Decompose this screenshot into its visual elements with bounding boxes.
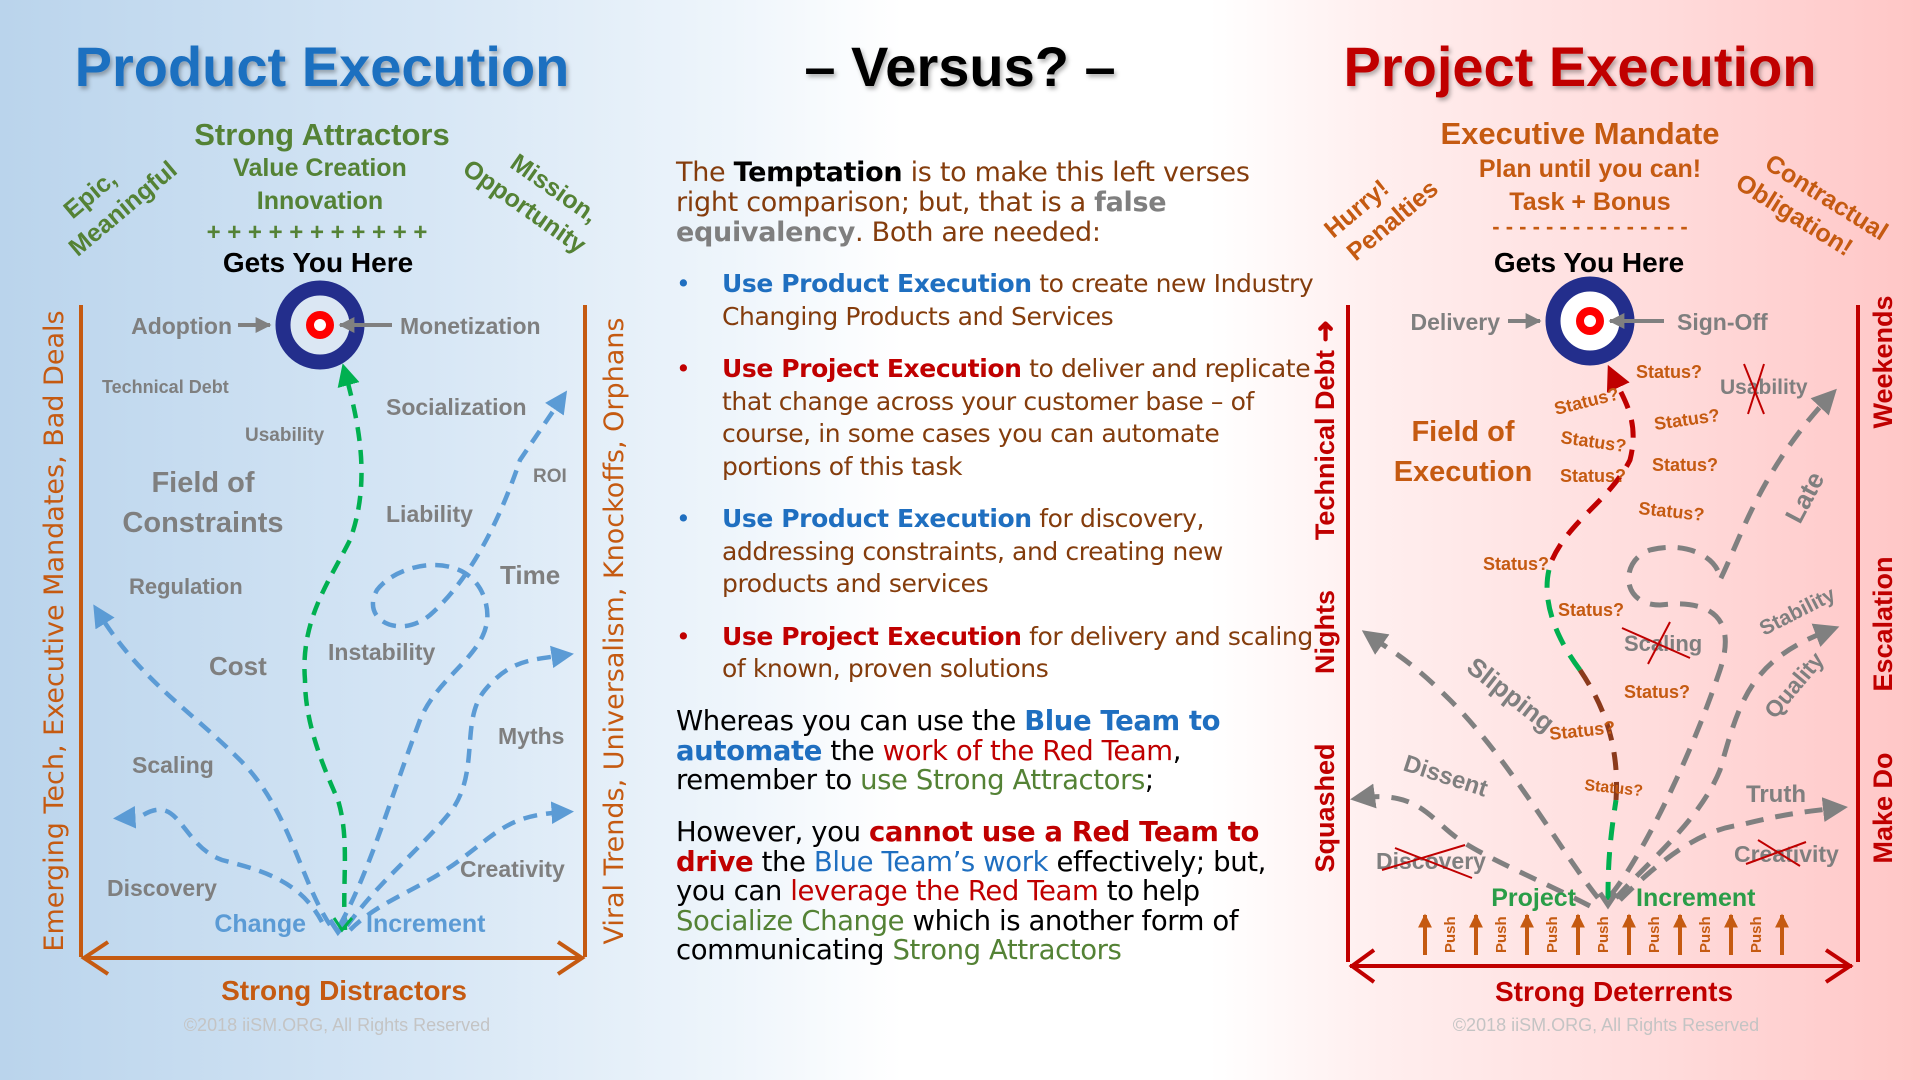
label-stability: Stability <box>1756 583 1840 641</box>
constraints-label: Constraints <box>122 507 283 539</box>
delivery-label: Delivery <box>1410 309 1500 335</box>
status-label: Status? <box>1548 717 1616 744</box>
monetization-label: Monetization <box>400 313 541 339</box>
push-label: Push <box>1595 916 1612 953</box>
product-panel: Product Execution Strong Attractors Valu… <box>39 35 630 1035</box>
label-late: Late <box>1779 467 1831 528</box>
status-label: Status? <box>1584 777 1644 800</box>
gets-you-here-label: Gets You Here <box>223 247 413 278</box>
push-label: Push <box>1442 916 1459 953</box>
status-label: Status? <box>1636 362 1702 382</box>
project-gets-you-here-label: Gets You Here <box>1494 247 1684 278</box>
copyright-left: ©2018 iiSM.ORG, All Rights Reserved <box>184 1015 490 1035</box>
mandate-task-line: Task + Bonus <box>1509 188 1670 216</box>
status-labels: Status? Status? Status? Status? Status? … <box>1483 362 1721 800</box>
project-title: Project Execution <box>1343 35 1816 98</box>
status-label: Status? <box>1652 455 1718 475</box>
status-label: Status? <box>1560 466 1626 486</box>
project-right-axis-labels: Make Do Escalation Weekends <box>1868 295 1898 863</box>
attractor-value-creation: Value Creation <box>233 154 407 182</box>
constraint-myths: Myths <box>498 723 564 749</box>
contractual-obligation-label: Contractual Obligation! <box>1731 149 1893 262</box>
label-dissent: Dissent <box>1400 750 1491 802</box>
constraint-liability: Liability <box>386 501 473 527</box>
sign-off-label: Sign-Off <box>1677 309 1768 335</box>
executive-mandate-heading: Executive Mandate <box>1440 116 1719 151</box>
hurry-penalties-label: Hurry! Penalties <box>1319 174 1444 266</box>
left-axis-label: Emerging Tech, Executive Mandates, Bad D… <box>39 310 70 951</box>
mandate-plan-line: Plan until you can! <box>1479 155 1701 183</box>
project-panel: Project Execution Executive Mandate Plan… <box>1310 35 1898 1035</box>
constraint-discovery: Discovery <box>107 875 217 901</box>
constraint-time: Time <box>500 560 560 590</box>
bullet-item: Use Product Execution for discovery, add… <box>676 503 1316 601</box>
bottom-double-arrow <box>80 940 586 976</box>
field-of-execution-line1: Field of <box>1411 416 1514 448</box>
strong-deterrents-label: Strong Deterrents <box>1495 976 1733 1007</box>
strong-distractors-label: Strong Distractors <box>221 975 467 1006</box>
bullet-item: Use Project Execution to deliver and rep… <box>676 353 1316 483</box>
constraint-labels: Technical Debt Usability Socialization R… <box>102 377 567 901</box>
project-origin-label: Project <box>1491 884 1576 912</box>
constraint-roi: ROI <box>533 466 567 487</box>
right-axis-label: Viral Trends, Universalism, Knockoffs, O… <box>599 318 630 945</box>
push-row: Push Push Push Push Push Push Push <box>1418 913 1789 955</box>
status-label: Status? <box>1638 498 1706 525</box>
push-label: Push <box>1544 916 1561 953</box>
push-label: Push <box>1646 916 1663 953</box>
axis-make-do: Make Do <box>1868 752 1898 863</box>
bullet-item: Use Product Execution to create new Indu… <box>676 268 1316 333</box>
field-of-execution-line2: Execution <box>1394 456 1533 488</box>
epic-meaningful-label: Epic, Meaningful <box>58 156 182 262</box>
constraint-technical-debt: Technical Debt <box>102 377 229 397</box>
versus-title: – Versus? – <box>804 35 1115 98</box>
push-label: Push <box>1748 916 1765 953</box>
status-label: Status? <box>1483 554 1549 574</box>
blue-team-paragraph: Whereas you can use the Blue Team to aut… <box>676 705 1221 796</box>
origin-change-label: Change <box>214 910 306 938</box>
constraint-usability: Usability <box>245 425 325 446</box>
constraint-creativity: Creativity <box>460 856 565 882</box>
intro-paragraph: The Temptation is to make this left vers… <box>676 157 1250 248</box>
axis-weekends: Weekends <box>1868 295 1898 428</box>
path-to-discovery <box>113 806 324 924</box>
constraint-socialization: Socialization <box>386 394 527 420</box>
origin-increment-label: Increment <box>366 910 486 938</box>
strong-attractors-heading: Strong Attractors <box>194 117 449 152</box>
push-label: Push <box>1697 916 1714 953</box>
constraint-regulation: Regulation <box>129 574 243 599</box>
constraint-cost: Cost <box>209 651 267 681</box>
push-label: Push <box>1493 916 1510 953</box>
status-label: Status? <box>1624 682 1690 702</box>
attractor-innovation: Innovation <box>257 187 383 215</box>
field-of-label: Field of <box>151 467 254 499</box>
project-path-labels: Slipping Dissent Late Stability Quality … <box>1400 467 1839 808</box>
path-to-myths <box>345 645 574 928</box>
status-label: Status? <box>1559 427 1627 456</box>
status-label: Status? <box>1558 600 1624 620</box>
copyright-right: ©2018 iiSM.ORG, All Rights Reserved <box>1453 1015 1759 1035</box>
dash-row: - - - - - - - - - - - - - - - <box>1492 214 1687 239</box>
status-label: Status? <box>1552 384 1621 419</box>
constraint-scaling: Scaling <box>132 752 214 778</box>
red-team-paragraph: However, you cannot use a Red Team to dr… <box>676 816 1266 966</box>
product-title: Product Execution <box>75 35 570 98</box>
mission-opportunity-label: Mission, Opportunity <box>458 148 603 259</box>
temptation-emphasis: Temptation <box>733 157 903 188</box>
crossed-usability: Usability <box>1720 376 1808 399</box>
bullet-item: Use Project Execution for delivery and s… <box>676 621 1316 686</box>
label-quality: Quality <box>1759 647 1829 724</box>
adoption-label: Adoption <box>131 313 232 339</box>
project-increment-label: Increment <box>1636 884 1756 912</box>
constraint-instability: Instability <box>328 639 436 665</box>
label-truth: Truth <box>1746 781 1806 808</box>
plus-row: + + + + + + + + + + + <box>207 219 428 246</box>
status-label: Status? <box>1653 405 1721 434</box>
usage-bullet-list: Use Product Execution to create new Indu… <box>676 268 1316 706</box>
axis-escalation: Escalation <box>1868 556 1898 691</box>
